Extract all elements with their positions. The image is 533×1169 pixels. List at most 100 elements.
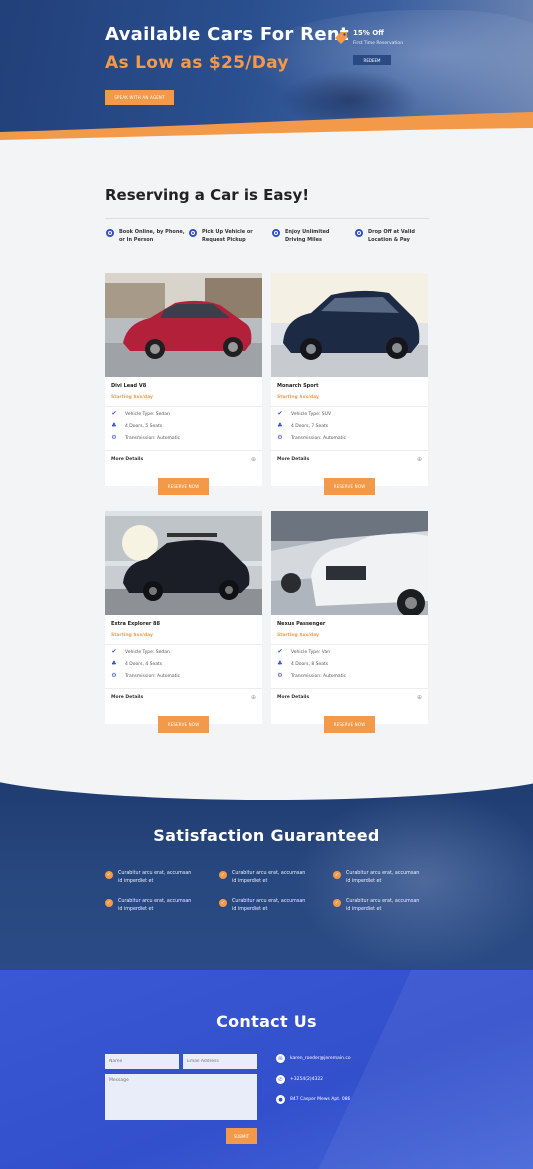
hero-subtitle: As Low as $25/Day [105,53,289,73]
car-name: Divi Lead V8 [111,383,147,389]
more-details-link[interactable]: More Details [277,695,309,700]
guarantee-text: id imperdiet et [346,907,382,912]
transmission-icon: ⚙ [277,672,283,679]
location-pin-icon: ● [276,1095,285,1104]
spec-row: ✔ Vehicle Type: Sedan [111,649,169,655]
step-text: Drop Off at Valid [368,229,415,235]
spec-text: Vehicle Type: SUV [291,411,332,417]
car-price: Starting $xx/day [277,395,319,400]
spec-text: Vehicle Type: Sedan [125,411,170,417]
step-radio-icon [272,229,280,237]
guarantee-text: id imperdiet et [118,907,154,912]
transmission-icon: ⚙ [277,434,283,441]
car-card: Extra Explorer 88 Starting $xx/day ✔ Vehi… [105,511,262,724]
step-text: Enjoy Unlimited [285,229,330,235]
car-card: Divi Lead V8 Starting $xx/day ✔ Vehicle T… [105,273,262,486]
car-photo [105,273,262,377]
spec-text: 4 Doors, 8 Seats [291,661,329,667]
guarantee-text: id imperdiet et [232,907,268,912]
contact-address: 847 Casper Mews Apt. 086 [290,1097,351,1102]
step-radio-icon [355,229,363,237]
divider [271,450,428,451]
car-name: Extra Explorer 88 [111,621,161,627]
contact-phone[interactable]: +3254(2)4322 [290,1077,323,1082]
guarantee-item: ✓ Curabitur arcu erat, accumsan id imperd… [333,870,433,886]
divider [271,644,428,645]
contact-section [0,970,533,1169]
divider [105,406,262,407]
plus-icon[interactable]: ⊕ [417,695,422,701]
reserve-now-button[interactable]: RESERVE NOW [158,478,209,495]
plus-icon[interactable]: ⊕ [251,457,256,463]
car-type-icon: ✔ [111,410,117,417]
car-type-icon: ✔ [277,648,283,655]
plus-icon[interactable]: ⊕ [417,457,422,463]
divider [271,406,428,407]
submit-button[interactable]: SUBMIT [226,1128,257,1144]
guarantee-text: id imperdiet et [346,879,382,884]
step-item: Enjoy Unlimited Driving Miles [272,228,352,244]
more-details-link[interactable]: More Details [111,695,143,700]
spec-text: Transmission: Automatic [291,435,347,441]
spec-text: 4 Doors, 7 Seats [291,423,329,429]
speak-with-agent-button[interactable]: SPEAK WITH AN AGENT [105,90,174,105]
divider [105,644,262,645]
spec-row: ⚙ Transmission: Automatic [277,435,346,441]
check-icon: ✓ [333,871,341,879]
offer-subtitle: First Time Reservation [353,41,404,46]
step-item: Pick Up Vehicle or Request Pickup [189,228,269,244]
guarantee-text: Curabitur arcu erat, accumsan [232,899,306,904]
more-details-link[interactable]: More Details [277,457,309,462]
email-field[interactable] [183,1054,257,1069]
seats-icon: ♣ [277,660,283,667]
divider [105,450,262,451]
spec-text: 4 Doors, 4 Seats [125,661,163,667]
car-name: Monarch Sport [277,383,319,389]
message-field[interactable] [105,1074,257,1120]
step-text: Driving Miles [285,237,322,243]
spec-row: ♣ 4 Doors, 8 Seats [277,661,328,667]
contact-email-row: ✉ karen_roeder@jeremain.co [276,1054,351,1063]
guarantee-text: Curabitur arcu erat, accumsan [232,871,306,876]
reserve-now-button[interactable]: RESERVE NOW [324,478,375,495]
check-icon: ✓ [219,899,227,907]
transmission-icon: ⚙ [111,672,117,679]
spec-row: ✔ Vehicle Type: Sedan [111,410,170,417]
seats-icon: ♣ [277,422,283,429]
phone-icon: ✆ [276,1075,285,1084]
redeem-button[interactable]: REDEEM [353,55,391,65]
contact-email[interactable]: karen_roeder@jeremain.co [290,1056,351,1061]
check-icon: ✓ [333,899,341,907]
spec-text: Transmission: Automatic [125,673,181,679]
plus-icon[interactable]: ⊕ [251,695,256,701]
reserving-divider [105,218,429,219]
transmission-icon: ⚙ [111,434,117,441]
guarantee-text: Curabitur arcu erat, accumsan [118,899,192,904]
spec-text: 4 Doors, 5 Seats [125,423,163,429]
step-radio-icon [189,229,197,237]
reserve-now-button[interactable]: RESERVE NOW [324,716,375,733]
car-type-icon: ✔ [277,410,283,417]
step-text: Request Pickup [202,237,246,243]
spec-row: ♣ 4 Doors, 7 Seats [277,423,328,429]
car-photo [105,511,262,615]
offer-title: 15% Off [353,29,384,37]
more-details-link[interactable]: More Details [111,457,143,462]
divider [105,688,262,689]
reserve-now-button[interactable]: RESERVE NOW [158,716,209,733]
reserving-title: Reserving a Car is Easy! [105,186,310,204]
spec-text: Vehicle Type: Van [291,649,331,655]
spec-row: ✔ Vehicle Type: SUV [277,411,331,417]
guarantee-item: ✓ Curabitur arcu erat, accumsan id imperd… [105,870,205,886]
check-icon: ✓ [219,871,227,879]
name-field[interactable] [105,1054,179,1069]
contact-phone-row: ✆ +3254(2)4322 [276,1075,323,1084]
seats-icon: ♣ [111,422,117,429]
step-text: Book Online, by Phone, [119,229,185,235]
spec-text: Transmission: Automatic [125,435,181,441]
step-text: Location & Pay [368,237,410,243]
step-radio-icon [106,229,114,237]
guarantee-item: ✓ Curabitur arcu erat, accumsan id imperd… [219,870,319,886]
guarantee-text: Curabitur arcu erat, accumsan [118,871,192,876]
spec-row: ⚙ Transmission: Automatic [111,673,180,679]
